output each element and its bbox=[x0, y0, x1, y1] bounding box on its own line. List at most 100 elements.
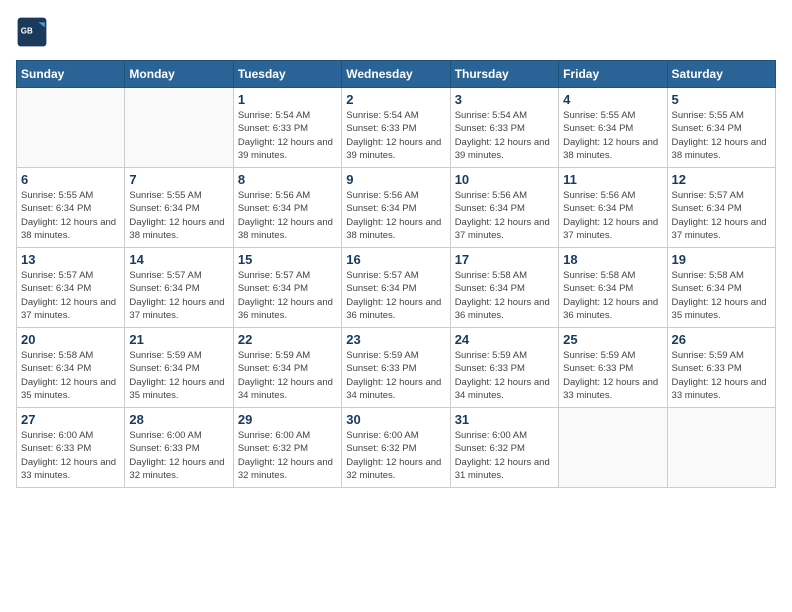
day-info: Sunrise: 5:54 AM Sunset: 6:33 PM Dayligh… bbox=[238, 109, 337, 162]
calendar-day-cell: 10Sunrise: 5:56 AM Sunset: 6:34 PM Dayli… bbox=[450, 168, 558, 248]
day-number: 16 bbox=[346, 252, 445, 267]
day-info: Sunrise: 5:56 AM Sunset: 6:34 PM Dayligh… bbox=[563, 189, 662, 242]
calendar-day-cell: 16 Sunrise: 5:57 AM Sunset: 6:34 PM Dayli… bbox=[342, 248, 450, 328]
calendar-day-cell: 18 Sunrise: 5:58 AM Sunset: 6:34 PM Dayli… bbox=[559, 248, 667, 328]
calendar-day-cell: 26 Sunrise: 5:59 AM Sunset: 6:33 PM Dayli… bbox=[667, 328, 775, 408]
calendar-day-cell: 12Sunrise: 5:57 AM Sunset: 6:34 PM Dayli… bbox=[667, 168, 775, 248]
calendar-day-cell: 7 Sunrise: 5:55 AM Sunset: 6:34 PM Daylig… bbox=[125, 168, 233, 248]
day-info: Sunrise: 5:58 AM Sunset: 6:34 PM Dayligh… bbox=[563, 269, 662, 322]
calendar-day-cell: 19Sunrise: 5:58 AM Sunset: 6:34 PM Dayli… bbox=[667, 248, 775, 328]
day-info: Sunrise: 5:57 AM Sunset: 6:34 PM Dayligh… bbox=[346, 269, 445, 322]
calendar-day-header: Saturday bbox=[667, 61, 775, 88]
day-number: 8 bbox=[238, 172, 337, 187]
day-number: 21 bbox=[129, 332, 228, 347]
day-number: 9 bbox=[346, 172, 445, 187]
day-info: Sunrise: 5:55 AM Sunset: 6:34 PM Dayligh… bbox=[672, 109, 771, 162]
calendar-day-cell bbox=[667, 408, 775, 488]
calendar-day-header: Wednesday bbox=[342, 61, 450, 88]
day-number: 10 bbox=[455, 172, 554, 187]
day-info: Sunrise: 5:54 AM Sunset: 6:33 PM Dayligh… bbox=[346, 109, 445, 162]
calendar-week-row: 1 Sunrise: 5:54 AM Sunset: 6:33 PM Daylig… bbox=[17, 88, 776, 168]
calendar-day-cell: 25 Sunrise: 5:59 AM Sunset: 6:33 PM Dayli… bbox=[559, 328, 667, 408]
day-number: 6 bbox=[21, 172, 120, 187]
day-number: 24 bbox=[455, 332, 554, 347]
day-number: 19 bbox=[672, 252, 771, 267]
day-info: Sunrise: 5:59 AM Sunset: 6:33 PM Dayligh… bbox=[672, 349, 771, 402]
day-number: 3 bbox=[455, 92, 554, 107]
calendar-day-cell: 15 Sunrise: 5:57 AM Sunset: 6:34 PM Dayli… bbox=[233, 248, 341, 328]
calendar-day-cell: 22 Sunrise: 5:59 AM Sunset: 6:34 PM Dayli… bbox=[233, 328, 341, 408]
day-info: Sunrise: 5:55 AM Sunset: 6:34 PM Dayligh… bbox=[563, 109, 662, 162]
calendar-week-row: 6 Sunrise: 5:55 AM Sunset: 6:34 PM Daylig… bbox=[17, 168, 776, 248]
calendar-week-row: 13 Sunrise: 5:57 AM Sunset: 6:34 PM Dayli… bbox=[17, 248, 776, 328]
day-info: Sunrise: 5:59 AM Sunset: 6:33 PM Dayligh… bbox=[455, 349, 554, 402]
calendar-day-cell bbox=[125, 88, 233, 168]
day-number: 27 bbox=[21, 412, 120, 427]
day-info: Sunrise: 5:58 AM Sunset: 6:34 PM Dayligh… bbox=[21, 349, 120, 402]
day-number: 15 bbox=[238, 252, 337, 267]
day-number: 7 bbox=[129, 172, 228, 187]
page-header: GB bbox=[16, 16, 776, 48]
day-number: 1 bbox=[238, 92, 337, 107]
day-info: Sunrise: 5:59 AM Sunset: 6:33 PM Dayligh… bbox=[346, 349, 445, 402]
day-info: Sunrise: 5:57 AM Sunset: 6:34 PM Dayligh… bbox=[21, 269, 120, 322]
calendar-day-cell: 20 Sunrise: 5:58 AM Sunset: 6:34 PM Dayli… bbox=[17, 328, 125, 408]
day-info: Sunrise: 5:55 AM Sunset: 6:34 PM Dayligh… bbox=[129, 189, 228, 242]
calendar-week-row: 27 Sunrise: 6:00 AM Sunset: 6:33 PM Dayli… bbox=[17, 408, 776, 488]
calendar-day-cell bbox=[559, 408, 667, 488]
svg-text:GB: GB bbox=[21, 27, 33, 36]
day-info: Sunrise: 5:59 AM Sunset: 6:34 PM Dayligh… bbox=[129, 349, 228, 402]
calendar-day-cell bbox=[17, 88, 125, 168]
day-number: 30 bbox=[346, 412, 445, 427]
day-number: 20 bbox=[21, 332, 120, 347]
calendar-day-cell: 3 Sunrise: 5:54 AM Sunset: 6:33 PM Daylig… bbox=[450, 88, 558, 168]
day-info: Sunrise: 6:00 AM Sunset: 6:32 PM Dayligh… bbox=[455, 429, 554, 482]
day-info: Sunrise: 5:57 AM Sunset: 6:34 PM Dayligh… bbox=[129, 269, 228, 322]
day-number: 4 bbox=[563, 92, 662, 107]
calendar-day-cell: 11Sunrise: 5:56 AM Sunset: 6:34 PM Dayli… bbox=[559, 168, 667, 248]
calendar-day-cell: 2 Sunrise: 5:54 AM Sunset: 6:33 PM Daylig… bbox=[342, 88, 450, 168]
calendar-day-cell: 30Sunrise: 6:00 AM Sunset: 6:32 PM Dayli… bbox=[342, 408, 450, 488]
day-info: Sunrise: 5:57 AM Sunset: 6:34 PM Dayligh… bbox=[238, 269, 337, 322]
calendar-day-header: Thursday bbox=[450, 61, 558, 88]
day-info: Sunrise: 5:59 AM Sunset: 6:33 PM Dayligh… bbox=[563, 349, 662, 402]
calendar-week-row: 20 Sunrise: 5:58 AM Sunset: 6:34 PM Dayli… bbox=[17, 328, 776, 408]
calendar-day-cell: 29Sunrise: 6:00 AM Sunset: 6:32 PM Dayli… bbox=[233, 408, 341, 488]
day-number: 23 bbox=[346, 332, 445, 347]
calendar-day-cell: 31Sunrise: 6:00 AM Sunset: 6:32 PM Dayli… bbox=[450, 408, 558, 488]
logo-icon: GB bbox=[16, 16, 48, 48]
calendar-day-cell: 14Sunrise: 5:57 AM Sunset: 6:34 PM Dayli… bbox=[125, 248, 233, 328]
calendar-day-cell: 13 Sunrise: 5:57 AM Sunset: 6:34 PM Dayli… bbox=[17, 248, 125, 328]
calendar-day-cell: 6Sunrise: 5:55 AM Sunset: 6:34 PM Daylig… bbox=[17, 168, 125, 248]
day-info: Sunrise: 6:00 AM Sunset: 6:33 PM Dayligh… bbox=[21, 429, 120, 482]
calendar-day-cell: 28Sunrise: 6:00 AM Sunset: 6:33 PM Dayli… bbox=[125, 408, 233, 488]
calendar-day-cell: 17 Sunrise: 5:58 AM Sunset: 6:34 PM Dayli… bbox=[450, 248, 558, 328]
day-number: 2 bbox=[346, 92, 445, 107]
calendar-day-cell: 21 Sunrise: 5:59 AM Sunset: 6:34 PM Dayli… bbox=[125, 328, 233, 408]
calendar-day-header: Sunday bbox=[17, 61, 125, 88]
calendar-day-cell: 23 Sunrise: 5:59 AM Sunset: 6:33 PM Dayli… bbox=[342, 328, 450, 408]
day-number: 25 bbox=[563, 332, 662, 347]
day-number: 13 bbox=[21, 252, 120, 267]
calendar-header-row: SundayMondayTuesdayWednesdayThursdayFrid… bbox=[17, 61, 776, 88]
day-number: 22 bbox=[238, 332, 337, 347]
day-number: 17 bbox=[455, 252, 554, 267]
day-info: Sunrise: 5:56 AM Sunset: 6:34 PM Dayligh… bbox=[346, 189, 445, 242]
day-number: 18 bbox=[563, 252, 662, 267]
calendar-day-cell: 5 Sunrise: 5:55 AM Sunset: 6:34 PM Daylig… bbox=[667, 88, 775, 168]
calendar-day-cell: 1 Sunrise: 5:54 AM Sunset: 6:33 PM Daylig… bbox=[233, 88, 341, 168]
calendar-day-header: Friday bbox=[559, 61, 667, 88]
calendar-day-cell: 9 Sunrise: 5:56 AM Sunset: 6:34 PM Daylig… bbox=[342, 168, 450, 248]
day-number: 5 bbox=[672, 92, 771, 107]
calendar-day-header: Monday bbox=[125, 61, 233, 88]
day-info: Sunrise: 5:54 AM Sunset: 6:33 PM Dayligh… bbox=[455, 109, 554, 162]
calendar-table: SundayMondayTuesdayWednesdayThursdayFrid… bbox=[16, 60, 776, 488]
logo: GB bbox=[16, 16, 52, 48]
day-info: Sunrise: 5:58 AM Sunset: 6:34 PM Dayligh… bbox=[455, 269, 554, 322]
calendar-day-header: Tuesday bbox=[233, 61, 341, 88]
day-info: Sunrise: 5:59 AM Sunset: 6:34 PM Dayligh… bbox=[238, 349, 337, 402]
calendar-day-cell: 4 Sunrise: 5:55 AM Sunset: 6:34 PM Daylig… bbox=[559, 88, 667, 168]
day-number: 29 bbox=[238, 412, 337, 427]
calendar-day-cell: 24 Sunrise: 5:59 AM Sunset: 6:33 PM Dayli… bbox=[450, 328, 558, 408]
day-number: 26 bbox=[672, 332, 771, 347]
